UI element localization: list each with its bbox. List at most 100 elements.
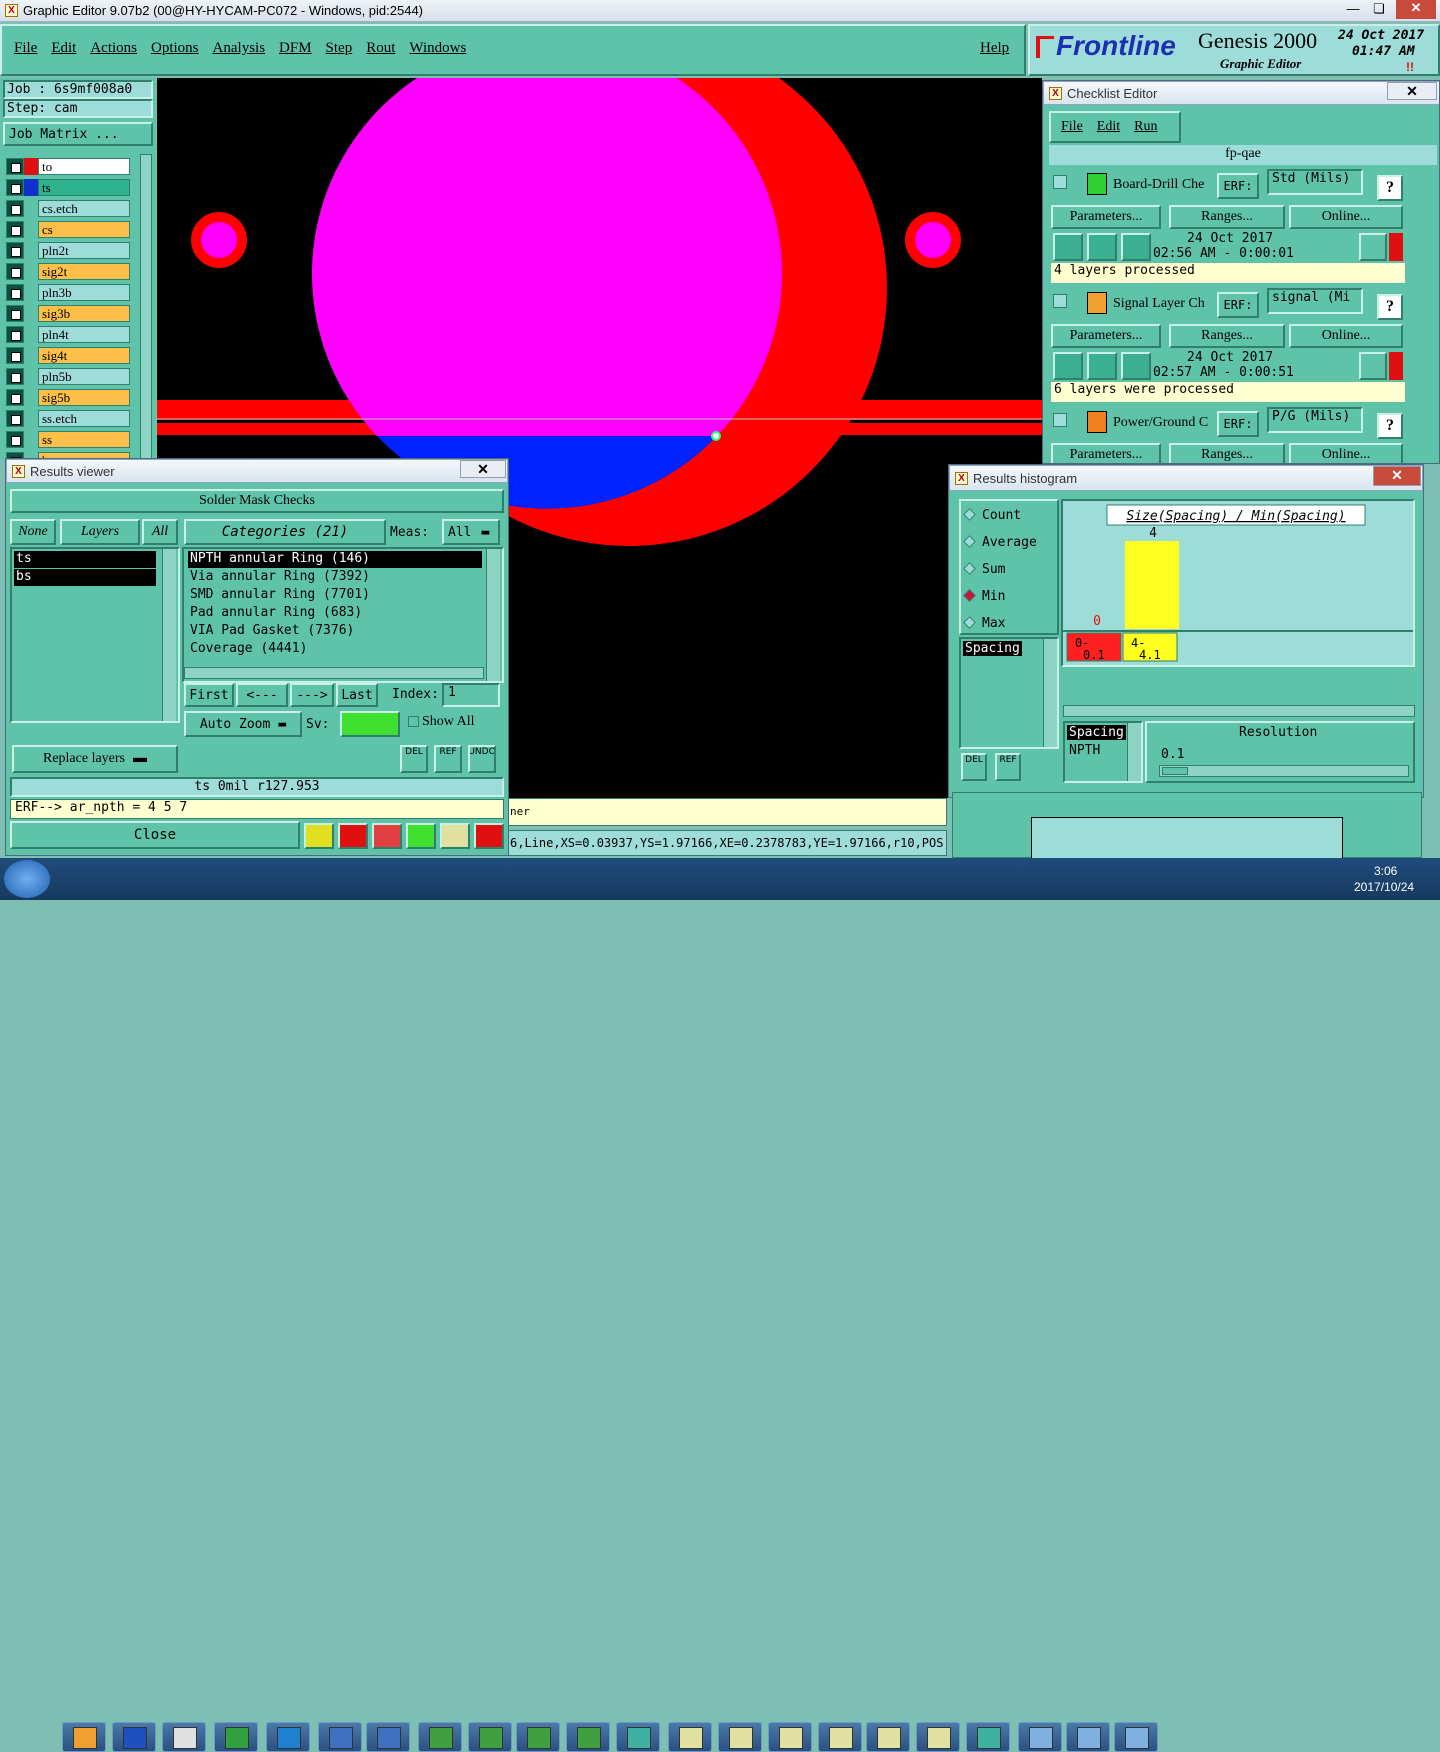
close-button[interactable]: ✕	[1396, 0, 1436, 19]
minimize-button[interactable]: —	[1340, 1, 1366, 19]
checklist-menu-edit[interactable]: Edit	[1097, 119, 1120, 135]
show-all-checkbox[interactable]	[408, 716, 419, 727]
icon-del[interactable]: DEL	[400, 745, 428, 773]
online-button[interactable]: Online...	[1289, 443, 1403, 463]
layer-checkbox[interactable]	[6, 347, 24, 364]
categories-tab[interactable]: Categories (21)	[184, 519, 386, 545]
categories-list[interactable]: NPTH annular Ring (146) Via annular Ring …	[182, 547, 504, 683]
erf-select[interactable]: Std (Mils)	[1267, 169, 1363, 195]
menu-analysis[interactable]: Analysis	[213, 40, 266, 57]
taskbar-item-2[interactable]	[162, 1722, 206, 1752]
nav-button-2[interactable]: --->	[290, 683, 334, 707]
menu-windows[interactable]: Windows	[409, 40, 466, 57]
taskbar-item-1[interactable]	[112, 1722, 156, 1752]
category-item[interactable]: Via annular Ring (7392)	[188, 569, 482, 586]
result-tool-icon-0[interactable]	[304, 823, 334, 849]
layers-tab[interactable]: Layers	[60, 519, 140, 545]
nav-button-3[interactable]: Last	[336, 683, 378, 707]
layer-row-sig5b[interactable]: sig5b	[6, 389, 130, 406]
taskbar-item-19[interactable]	[1018, 1722, 1062, 1752]
taskbar-item-14[interactable]	[768, 1722, 812, 1752]
histogram-close-button[interactable]: ✕	[1373, 466, 1421, 486]
checklist-close-button[interactable]: ✕	[1387, 82, 1437, 100]
layer-results-scrollbar[interactable]	[162, 549, 176, 721]
taskbar-item-21[interactable]	[1114, 1722, 1158, 1752]
layer-row-sig3b[interactable]: sig3b	[6, 305, 130, 322]
measure-list[interactable]: Spacing	[959, 637, 1059, 749]
menu-actions[interactable]: Actions	[90, 40, 137, 57]
check-enabled-checkbox[interactable]	[1053, 413, 1067, 427]
job-matrix-button[interactable]: Job Matrix ...	[3, 122, 153, 146]
run-all-icon[interactable]	[1087, 352, 1117, 380]
layer-name[interactable]: ss.etch	[38, 410, 130, 427]
resolution-slider-thumb[interactable]	[1162, 767, 1188, 775]
check-enabled-checkbox[interactable]	[1053, 294, 1067, 308]
ranges-button[interactable]: Ranges...	[1169, 443, 1285, 463]
menu-step[interactable]: Step	[326, 40, 353, 57]
layer-row-pln5b[interactable]: pln5b	[6, 368, 130, 385]
zoom-results-icon[interactable]	[1359, 233, 1387, 261]
help-button[interactable]: ?	[1377, 294, 1403, 320]
category-item[interactable]: Coverage (4441)	[188, 641, 482, 658]
taskbar-item-5[interactable]	[318, 1722, 362, 1752]
type-item[interactable]: NPTH	[1067, 743, 1102, 758]
layer-checkbox[interactable]	[6, 368, 24, 385]
taskbar-item-10[interactable]	[566, 1722, 610, 1752]
layer-checkbox[interactable]	[6, 431, 24, 448]
layer-checkbox[interactable]	[6, 410, 24, 427]
menu-help[interactable]: Help	[980, 40, 1009, 57]
layer-name[interactable]: sig3b	[38, 305, 130, 322]
maximize-button[interactable]: ❏	[1366, 1, 1392, 19]
results-viewer-close-button[interactable]: ✕	[460, 460, 506, 478]
nav-button-0[interactable]: First	[184, 683, 234, 707]
taskbar-item-12[interactable]	[668, 1722, 712, 1752]
close-results-button[interactable]: Close	[10, 821, 300, 849]
layer-row-sig2t[interactable]: sig2t	[6, 263, 130, 280]
meas-select[interactable]: All ▬	[442, 519, 500, 545]
taskbar-item-4[interactable]	[266, 1722, 310, 1752]
index-input[interactable]: 1	[442, 683, 500, 707]
menu-file[interactable]: File	[14, 40, 37, 57]
checklist-menu-file[interactable]: File	[1061, 119, 1083, 135]
result-layer-item[interactable]: bs	[14, 569, 156, 586]
result-tool-icon-4[interactable]	[440, 823, 470, 849]
layer-checkbox[interactable]	[6, 242, 24, 259]
taskbar-item-20[interactable]	[1066, 1722, 1110, 1752]
layer-name[interactable]: sig5b	[38, 389, 130, 406]
layer-checkbox[interactable]	[6, 158, 24, 175]
layer-name[interactable]: ts	[38, 179, 130, 196]
mode-radio-max[interactable]: Max	[963, 615, 1005, 631]
taskbar-item-0[interactable]	[62, 1722, 106, 1752]
hist-icon-del[interactable]: DEL	[961, 753, 987, 781]
result-tool-icon-3[interactable]	[406, 823, 436, 849]
layer-checkbox[interactable]	[6, 221, 24, 238]
measure-scrollbar[interactable]	[1043, 639, 1057, 747]
layer-name[interactable]: cs.etch	[38, 200, 130, 217]
ranges-button[interactable]: Ranges...	[1169, 205, 1285, 229]
layer-name[interactable]: ss	[38, 431, 130, 448]
layer-checkbox[interactable]	[6, 200, 24, 217]
layer-checkbox[interactable]	[6, 305, 24, 322]
resolution-slider[interactable]	[1159, 765, 1409, 777]
menu-rout[interactable]: Rout	[366, 40, 395, 57]
result-tool-icon-2[interactable]	[372, 823, 402, 849]
result-tool-icon-1[interactable]	[338, 823, 368, 849]
layer-row-pln2t[interactable]: pln2t	[6, 242, 130, 259]
help-button[interactable]: ?	[1377, 413, 1403, 439]
type-scrollbar[interactable]	[1127, 723, 1141, 781]
ranges-button[interactable]: Ranges...	[1169, 324, 1285, 348]
icon-ref[interactable]: REF	[434, 745, 462, 773]
mode-radio-count[interactable]: Count	[963, 507, 1021, 523]
category-item[interactable]: Pad annular Ring (683)	[188, 605, 482, 622]
category-item[interactable]: NPTH annular Ring (146)	[188, 551, 482, 568]
layer-row-ts[interactable]: ts	[6, 179, 130, 196]
erf-select[interactable]: P/G (Mils)	[1267, 407, 1363, 433]
parameters-button[interactable]: Parameters...	[1051, 324, 1161, 348]
layer-row-ss-etch[interactable]: ss.etch	[6, 410, 130, 427]
taskbar-item-15[interactable]	[818, 1722, 862, 1752]
taskbar-item-6[interactable]	[366, 1722, 410, 1752]
taskbar-item-9[interactable]	[516, 1722, 560, 1752]
stop-icon[interactable]	[1121, 352, 1151, 380]
categories-hscrollbar[interactable]	[184, 667, 484, 679]
layer-name[interactable]: to	[38, 158, 130, 175]
